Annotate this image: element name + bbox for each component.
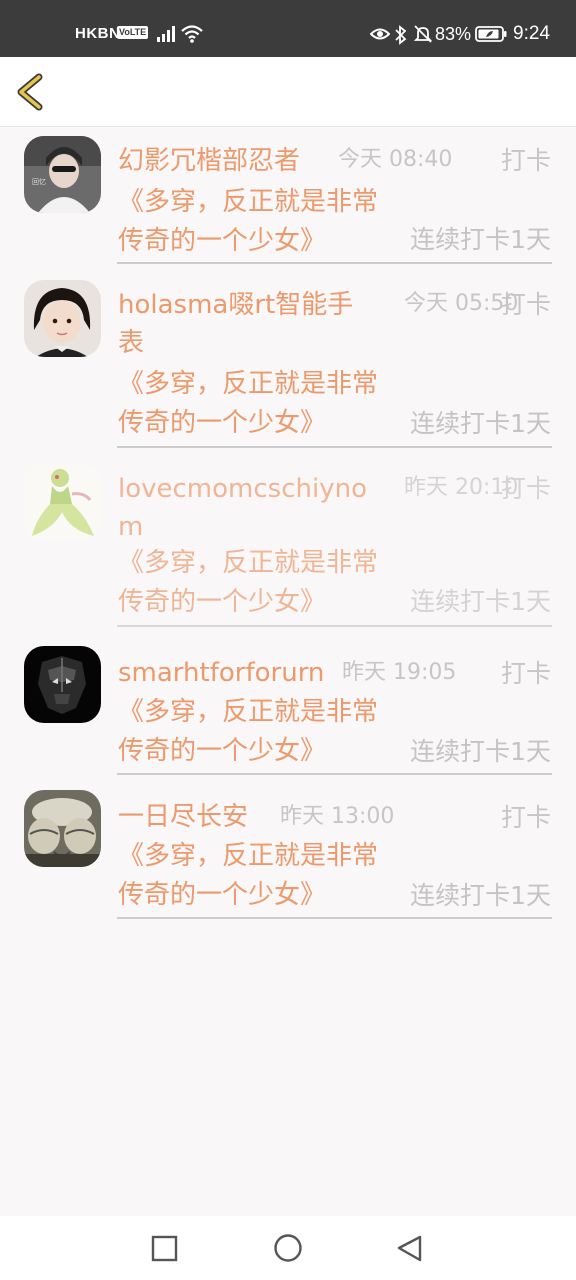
checkin-list: 回忆 幻影冗楷部忍者 今天 08:40 打卡 《多穿，反正就是非常传奇的一个少女… [0, 128, 576, 924]
list-item[interactable]: 回忆 幻影冗楷部忍者 今天 08:40 打卡 《多穿，反正就是非常传奇的一个少女… [0, 128, 576, 272]
back-nav-button[interactable] [394, 1232, 428, 1266]
checkin-label: 打卡 [500, 803, 551, 832]
avatar[interactable] [24, 280, 101, 357]
clock: 9:24 [513, 23, 550, 44]
volte-badge: VoLTE [117, 26, 149, 39]
chevron-left-icon [10, 73, 54, 119]
book-title[interactable]: 《多穿，反正就是非常传奇的一个少女》 [118, 544, 388, 622]
home-icon [271, 1234, 305, 1270]
avatar[interactable] [24, 464, 101, 541]
list-item[interactable]: lovecmomcschiynom 昨天 20:10 打卡 《多穿，反正就是非常… [0, 456, 576, 636]
signal-icon [157, 26, 177, 46]
back-button[interactable] [10, 69, 54, 115]
battery-saver-icon [475, 26, 507, 46]
timestamp: 昨天 13:00 [280, 804, 395, 829]
carrier-label: HKBN [75, 25, 121, 42]
streak-label: 连续打卡1天 [410, 737, 551, 766]
system-nav-bar [0, 1216, 576, 1280]
eye-icon [369, 26, 391, 46]
list-item[interactable]: smarhtforforurn 昨天 19:05 打卡 《多穿，反正就是非常传奇… [0, 636, 576, 780]
checkin-label: 打卡 [500, 146, 551, 175]
username[interactable]: holasma啜rt智能手表 [118, 286, 378, 362]
book-title[interactable]: 《多穿，反正就是非常传奇的一个少女》 [118, 183, 388, 261]
username[interactable]: lovecmomcschiynom [118, 470, 378, 546]
avatar[interactable]: 回忆 [24, 136, 101, 213]
divider [117, 625, 552, 627]
checkin-label: 打卡 [500, 474, 551, 503]
streak-label: 连续打卡1天 [410, 225, 551, 254]
streak-label: 连续打卡1天 [410, 881, 551, 910]
avatar[interactable] [24, 646, 101, 723]
username[interactable]: smarhtforforurn [118, 654, 348, 692]
streak-label: 连续打卡1天 [410, 587, 551, 616]
book-title[interactable]: 《多穿，反正就是非常传奇的一个少女》 [118, 365, 388, 443]
list-item[interactable]: 一日尽长安 昨天 13:00 打卡 《多穿，反正就是非常传奇的一个少女》 连续打… [0, 780, 576, 924]
recent-apps-icon [148, 1235, 182, 1270]
divider [117, 773, 552, 775]
divider [117, 446, 552, 448]
toolbar [0, 57, 576, 127]
timestamp: 今天 08:40 [338, 147, 453, 172]
username[interactable]: 一日尽长安 [118, 798, 278, 836]
wifi-icon [180, 24, 204, 48]
home-button[interactable] [271, 1232, 305, 1266]
timestamp: 昨天 19:05 [342, 660, 457, 685]
divider [117, 917, 552, 919]
recent-apps-button[interactable] [148, 1232, 182, 1266]
back-icon [394, 1235, 428, 1270]
checkin-label: 打卡 [500, 290, 551, 319]
list-item[interactable]: holasma啜rt智能手表 今天 05:50 打卡 《多穿，反正就是非常传奇的… [0, 272, 576, 456]
bluetooth-icon [394, 25, 408, 49]
avatar[interactable] [24, 790, 101, 867]
bell-off-icon [413, 24, 433, 48]
battery-percent: 83% [435, 24, 472, 44]
streak-label: 连续打卡1天 [410, 409, 551, 438]
status-bar: HKBN VoLTE 83% 9:24 [0, 0, 576, 57]
divider [117, 262, 552, 264]
checkin-label: 打卡 [500, 659, 551, 688]
svg-text:回忆: 回忆 [32, 177, 46, 186]
book-title[interactable]: 《多穿，反正就是非常传奇的一个少女》 [118, 693, 388, 771]
book-title[interactable]: 《多穿，反正就是非常传奇的一个少女》 [118, 837, 388, 915]
